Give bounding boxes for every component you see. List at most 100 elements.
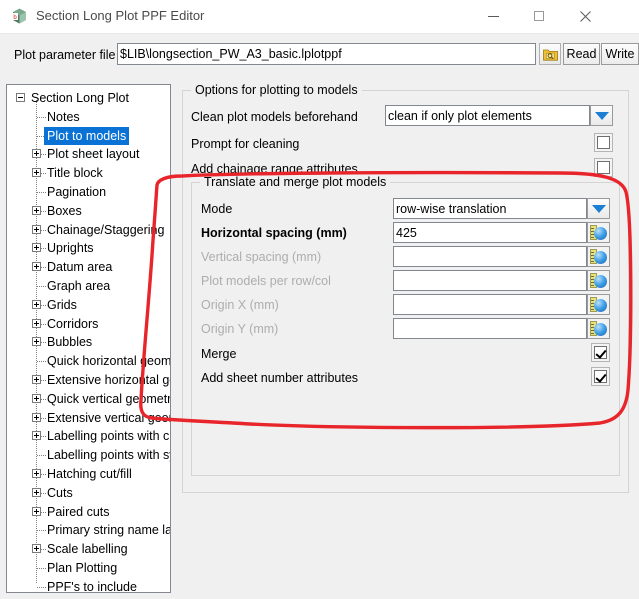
mode-dropdown-button[interactable] [587, 198, 610, 219]
tree-item[interactable]: Paired cuts [7, 503, 170, 522]
tree-item[interactable]: Quick horizontal geometry [7, 352, 170, 371]
collapse-icon[interactable] [16, 93, 25, 102]
tree-item-label: Cuts [47, 485, 73, 500]
tree-item[interactable]: Datum area [7, 258, 170, 277]
origin-x-input[interactable] [393, 294, 587, 315]
tree-item[interactable]: Scale labelling [7, 540, 170, 559]
expand-icon[interactable] [32, 468, 41, 478]
origin-y-picker-button[interactable] [587, 318, 610, 339]
expand-icon[interactable] [32, 243, 41, 253]
tree-item-label: Quick vertical geometry [47, 391, 171, 406]
write-button[interactable]: Write [601, 43, 639, 65]
browse-file-button[interactable] [539, 43, 561, 65]
chainage-attributes-checkbox[interactable] [594, 158, 613, 177]
tree-item[interactable]: Uprights [7, 239, 170, 258]
parameter-file-input[interactable] [117, 43, 536, 65]
tree-item[interactable]: Grids [7, 296, 170, 315]
vertical-spacing-picker-button[interactable] [587, 246, 610, 267]
expand-icon[interactable] [32, 544, 41, 554]
prompt-cleaning-checkbox[interactable] [594, 133, 613, 152]
origin-y-label: Origin Y (mm) [201, 322, 279, 336]
expand-icon[interactable] [32, 168, 41, 178]
tree-item-label: Title block [47, 166, 103, 181]
tree-item[interactable]: PPF's to include [7, 578, 170, 592]
tree-item[interactable]: Chainage/Staggering [7, 221, 170, 240]
tree-item[interactable]: Corridors [7, 315, 170, 334]
origin-y-input[interactable] [393, 318, 587, 339]
tree-item[interactable]: Pagination [7, 183, 170, 202]
mode-combo-text[interactable] [393, 198, 587, 219]
tree-item-label: Plot sheet layout [47, 147, 140, 162]
options-pane: Options for plotting to models Clean plo… [177, 83, 633, 593]
tree-connector [41, 379, 46, 382]
tree-item-label: Quick horizontal geometry [47, 354, 171, 369]
tree-item[interactable]: Extensive vertical geometry [7, 409, 170, 428]
settings-tree[interactable]: Section Long Plot Notes Plot to models Plot… [6, 84, 171, 593]
expand-icon[interactable] [32, 149, 41, 159]
tree-item[interactable]: Plot sheet layout [7, 145, 170, 164]
expand-icon[interactable] [32, 299, 41, 309]
tree-item[interactable]: Graph area [7, 277, 170, 296]
tree-item[interactable]: Labelling points with clearances [7, 427, 170, 446]
tree-item-label: Corridors [47, 316, 99, 331]
models-per-row-input[interactable] [393, 270, 587, 291]
ppf-editor-window: b Section Long Plot PPF Editor Plot para… [0, 0, 639, 599]
expand-icon[interactable] [32, 431, 41, 441]
sphere-icon [594, 275, 607, 288]
tree-item[interactable]: Title block [7, 164, 170, 183]
tree-item[interactable]: Cuts [7, 484, 170, 503]
sheet-number-attributes-checkbox[interactable] [591, 367, 610, 386]
parameter-file-row: Plot parameter file Read Write [0, 34, 639, 79]
horizontal-spacing-input[interactable] [393, 222, 587, 243]
clean-models-combo-text[interactable] [385, 105, 590, 126]
tree-item[interactable]: Plan Plotting [7, 559, 170, 578]
tree-connector [41, 492, 46, 495]
models-per-row-label: Plot models per row/col [201, 274, 331, 288]
tree-connector [37, 567, 46, 570]
tree-connector [41, 417, 46, 420]
expand-icon[interactable] [32, 506, 41, 516]
tree-item[interactable]: Primary string name labels [7, 521, 170, 540]
expand-icon[interactable] [32, 205, 41, 215]
read-button[interactable]: Read [563, 43, 600, 65]
tree-item[interactable]: Bubbles [7, 333, 170, 352]
expand-icon[interactable] [32, 374, 41, 384]
window-title: Section Long Plot PPF Editor [36, 8, 205, 23]
tree-item[interactable]: Quick vertical geometry [7, 390, 170, 409]
tree-item[interactable]: Boxes [7, 202, 170, 221]
expand-icon[interactable] [32, 337, 41, 347]
origin-x-picker-button[interactable] [587, 294, 610, 315]
merge-checkbox[interactable] [591, 343, 610, 362]
expand-icon[interactable] [32, 262, 41, 272]
tree-connector [41, 267, 46, 269]
options-group-title: Options for plotting to models [191, 83, 362, 97]
tree-item-label: Grids [47, 297, 77, 312]
tree-item[interactable]: Labelling points with symbols [7, 446, 170, 465]
horizontal-spacing-picker-button[interactable] [587, 222, 610, 243]
minimize-button[interactable] [470, 0, 516, 32]
expand-icon[interactable] [32, 318, 41, 328]
chevron-down-icon [594, 111, 609, 120]
tree-item-label: Scale labelling [47, 542, 128, 557]
models-per-row-picker-button[interactable] [587, 270, 610, 291]
close-button[interactable] [562, 0, 608, 32]
vertical-spacing-input[interactable] [393, 246, 587, 267]
tree-item[interactable]: Section Long Plot [7, 89, 170, 108]
tree-item[interactable]: Extensive horizontal geometry [7, 371, 170, 390]
sphere-icon [594, 299, 607, 312]
tree-item-selected[interactable]: Plot to models [7, 126, 170, 146]
expand-icon[interactable] [32, 224, 41, 234]
tree-connector [41, 248, 46, 250]
maximize-button[interactable] [516, 0, 562, 32]
expand-icon[interactable] [32, 487, 41, 497]
tree-item-label: Notes [47, 109, 80, 124]
close-icon [579, 10, 591, 22]
clean-models-dropdown-button[interactable] [590, 105, 613, 126]
expand-icon[interactable] [32, 393, 41, 403]
tree-item-label: Primary string name labels [47, 523, 170, 538]
expand-icon[interactable] [32, 412, 41, 422]
tree-item[interactable]: Notes [7, 108, 170, 127]
tree-item[interactable]: Hatching cut/fill [7, 465, 170, 484]
sheet-number-attributes-label: Add sheet number attributes [201, 371, 359, 385]
folder-search-icon [542, 49, 558, 61]
